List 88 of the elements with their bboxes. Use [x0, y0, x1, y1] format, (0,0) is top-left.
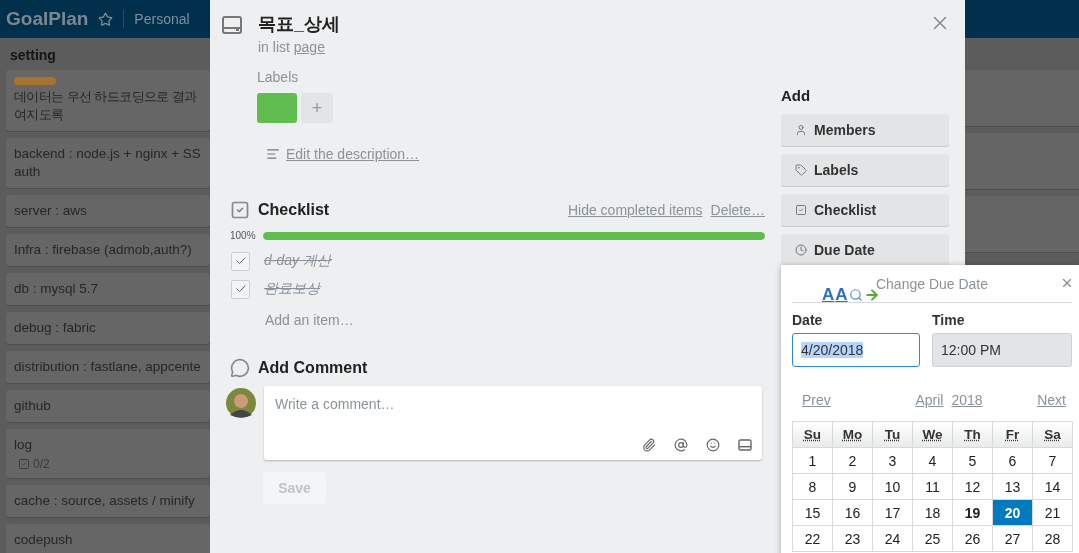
weekday: Tu — [884, 427, 901, 442]
calendar-day[interactable]: 22 — [793, 526, 833, 552]
board-logo[interactable]: GoalPlan — [6, 8, 89, 30]
card-text: codepush — [14, 531, 74, 549]
calendar-day[interactable]: 14 — [1033, 474, 1073, 500]
font-icon[interactable]: A — [822, 287, 835, 303]
add-heading: Add — [781, 87, 812, 104]
checkbox-icon — [795, 204, 807, 216]
sidebar-button[interactable]: Members — [781, 114, 949, 146]
calendar-day[interactable]: 1 — [793, 448, 833, 474]
calendar-day[interactable]: 13 — [993, 474, 1033, 500]
date-label: Date — [792, 312, 824, 328]
star-icon[interactable] — [98, 11, 114, 27]
weekday: Mo — [842, 427, 863, 442]
card-text: distribution : fastlane, appcente — [14, 358, 202, 376]
calendar-day[interactable]: 7 — [1033, 448, 1073, 474]
clock-icon — [795, 244, 807, 256]
text-lines-icon — [266, 147, 280, 161]
time-label: Time — [932, 312, 966, 328]
checkmark-icon — [234, 283, 247, 295]
calendar-day[interactable]: 6 — [993, 448, 1033, 474]
calendar-day[interactable]: 5 — [953, 448, 993, 474]
avatar — [226, 388, 256, 418]
calendar-day[interactable]: 16 — [833, 500, 873, 526]
smiley-icon[interactable] — [706, 438, 720, 452]
date-field[interactable]: 4/20/2018 — [792, 333, 920, 367]
card-text: Infra : firebase (admob,auth?) — [14, 241, 193, 259]
card-icon — [222, 16, 242, 34]
calendar-day[interactable]: 15 — [793, 500, 833, 526]
card-text: 데이터는 우선 하드코딩으로 결과 여지도록 — [14, 88, 198, 124]
calendar-day[interactable]: 2 — [833, 448, 873, 474]
calendar-day[interactable]: 12 — [953, 474, 993, 500]
card-text: server : aws — [14, 202, 88, 220]
checkbox-icon — [230, 200, 250, 220]
weekday: We — [922, 427, 943, 442]
paperclip-icon[interactable] — [642, 438, 656, 452]
popover-title: Change Due Date — [875, 275, 989, 292]
calendar-day[interactable]: 11 — [913, 474, 953, 500]
sidebar-button[interactable]: Checklist — [781, 194, 949, 226]
card-text: db : mysql 5.7 — [14, 280, 100, 298]
calendar-day[interactable]: 28 — [1033, 526, 1073, 552]
card-text: cache : source, assets / minify — [14, 492, 196, 510]
card-text: github — [14, 397, 52, 415]
team-name[interactable]: Personal — [134, 11, 190, 27]
sidebar-button[interactable]: Labels — [781, 154, 949, 186]
sidebar-button[interactable]: Due Date — [781, 234, 949, 266]
font-icon[interactable]: A — [835, 287, 848, 303]
calendar-day[interactable]: 25 — [913, 526, 953, 552]
checkbox-icon — [18, 458, 30, 470]
weekday: Th — [964, 427, 981, 442]
calendar-day[interactable]: 4 — [913, 448, 953, 474]
calendar-day[interactable]: 27 — [993, 526, 1033, 552]
checkmark-icon — [234, 255, 247, 267]
close-button[interactable] — [1060, 276, 1074, 290]
weekday: Fr — [1005, 427, 1020, 442]
calendar-day[interactable]: 24 — [873, 526, 913, 552]
weekday: Sa — [1044, 427, 1061, 442]
comment-title: Add Comment — [258, 359, 368, 377]
card-text: debug : fabric — [14, 319, 97, 337]
person-icon — [795, 124, 807, 136]
tag-icon — [795, 164, 807, 176]
checkbox[interactable] — [231, 279, 250, 299]
list-info: in list page — [258, 39, 326, 55]
list-title: setting — [9, 46, 57, 65]
calendar-day[interactable]: 8 — [793, 474, 833, 500]
calendar-day[interactable]: 26 — [953, 526, 993, 552]
calendar-day[interactable]: 9 — [833, 474, 873, 500]
progress-percent: 100% — [230, 230, 257, 241]
card-text: log — [14, 436, 33, 454]
card-title[interactable]: 목표_상세 — [258, 12, 340, 36]
calendar-day[interactable]: 20 — [993, 500, 1033, 526]
speech-bubble-icon — [230, 358, 250, 378]
calendar-day[interactable]: 10 — [873, 474, 913, 500]
calendar-day[interactable]: 18 — [913, 500, 953, 526]
calendar-day[interactable]: 23 — [833, 526, 873, 552]
time-field[interactable]: 12:00 PM — [932, 333, 1072, 367]
at-sign-icon[interactable] — [674, 438, 688, 452]
checklist-title[interactable]: Checklist — [258, 201, 330, 219]
card-text: backend : node.js + nginx + SS auth — [14, 145, 202, 181]
weekday: Su — [803, 427, 822, 442]
card-icon[interactable] — [738, 438, 752, 452]
calendar-day[interactable]: 3 — [873, 448, 913, 474]
calendar-day[interactable]: 17 — [873, 500, 913, 526]
search-icon[interactable] — [848, 288, 863, 302]
calendar-day[interactable]: 19 — [953, 500, 993, 526]
calendar-day[interactable]: 21 — [1033, 500, 1073, 526]
checkbox[interactable] — [231, 251, 250, 271]
labels-heading: Labels — [257, 69, 300, 85]
